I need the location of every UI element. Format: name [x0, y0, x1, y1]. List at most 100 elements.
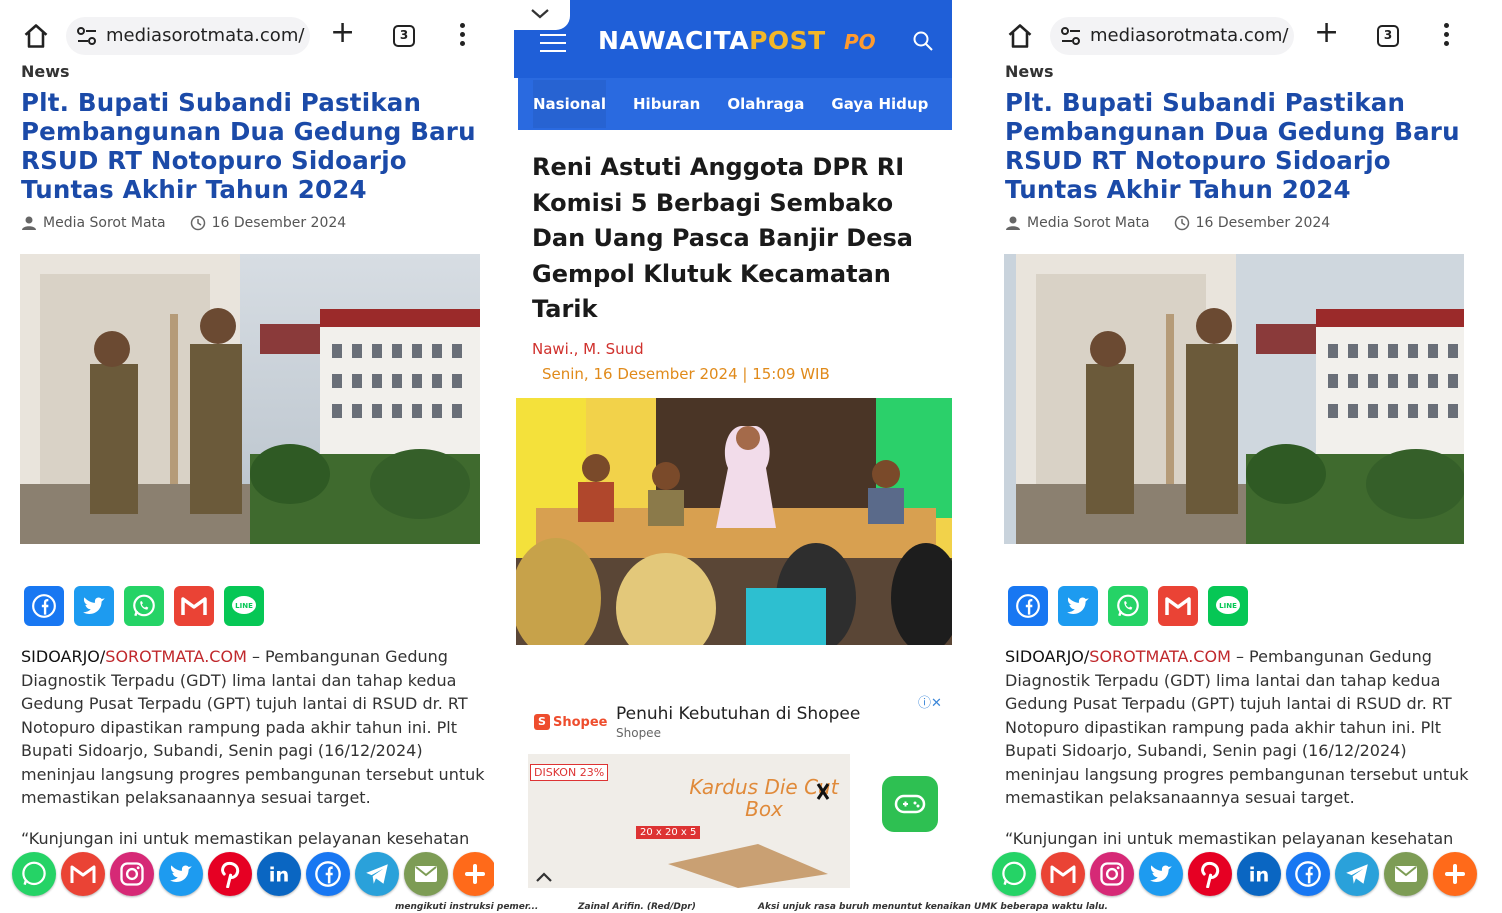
article-photo — [20, 254, 480, 544]
new-tab-button[interactable]: + — [330, 18, 355, 48]
ad-title[interactable]: Penuhi Kebutuhan di Shopee — [616, 704, 860, 724]
float-email-button[interactable] — [1384, 852, 1428, 896]
facebook-icon — [315, 861, 341, 887]
float-facebook-button[interactable] — [306, 852, 350, 896]
home-icon[interactable] — [22, 22, 50, 50]
clock-icon — [190, 215, 205, 231]
body-location: SIDOARJO/ — [21, 647, 106, 666]
float-twitter-button[interactable] — [1139, 852, 1183, 896]
float-gmail-button[interactable] — [1041, 852, 1085, 896]
body-text: – Pembangunan Gedung Diagnostik Terpadu … — [21, 647, 485, 807]
float-whatsapp-button[interactable] — [992, 852, 1036, 896]
float-pinterest-button[interactable] — [208, 852, 252, 896]
float-instagram-button[interactable] — [110, 852, 154, 896]
twitter-share-button[interactable] — [1058, 586, 1098, 626]
whatsapp-share-button[interactable] — [124, 586, 164, 626]
facebook-icon — [1295, 861, 1321, 887]
float-linkedin-button[interactable]: in — [257, 852, 301, 896]
float-facebook-button[interactable] — [1286, 852, 1330, 896]
article-headline: Plt. Bupati Subandi Pastikan Pembangunan… — [21, 88, 476, 204]
twitter-share-button[interactable] — [74, 586, 114, 626]
home-icon[interactable] — [1006, 22, 1034, 50]
url-text: mediasorotmata.com/ — [106, 25, 305, 46]
nav-item-olahraga[interactable]: Olahraga — [727, 95, 804, 113]
tab-switcher-button[interactable]: 3 — [1377, 25, 1399, 47]
float-telegram-button[interactable] — [355, 852, 399, 896]
article-author[interactable]: Media Sorot Mata — [43, 215, 166, 231]
tv-logo[interactable]: PO — [844, 30, 876, 54]
article-author[interactable]: Media Sorot Mata — [1027, 215, 1150, 231]
float-linkedin-button[interactable]: in — [1237, 852, 1281, 896]
share-buttons: LINE — [24, 586, 264, 626]
category-label[interactable]: News — [21, 62, 70, 81]
float-gmail-button[interactable] — [61, 852, 105, 896]
gmail-icon — [1165, 597, 1191, 615]
more-menu-icon[interactable] — [460, 23, 466, 47]
whatsapp-share-button[interactable] — [1108, 586, 1148, 626]
search-icon[interactable] — [912, 30, 934, 52]
float-whatsapp-button[interactable] — [12, 852, 56, 896]
ad-close-icon[interactable]: ⓘ✕ — [918, 692, 942, 711]
float-more-button[interactable] — [453, 852, 494, 896]
address-bar[interactable]: mediasorotmata.com/ — [66, 17, 310, 55]
body-brand-link[interactable]: SOROTMATA.COM — [1089, 647, 1231, 666]
article-body: SIDOARJO/SOROTMATA.COM – Pembangunan Ged… — [1005, 645, 1473, 810]
float-telegram-button[interactable] — [1335, 852, 1379, 896]
hamburger-menu-icon[interactable] — [540, 34, 566, 52]
pinterest-icon — [1201, 861, 1220, 888]
tab-switcher-button[interactable]: 3 — [393, 25, 415, 47]
new-tab-button[interactable]: + — [1314, 18, 1339, 48]
chevron-down-icon — [531, 9, 549, 19]
nav-item-hiburan[interactable]: Hiburan — [633, 95, 700, 113]
nav-item-nasional[interactable]: Nasional — [533, 80, 606, 128]
article-quote: “Kunjungan ini untuk memastikan pelayana… — [1005, 829, 1454, 848]
site-logo[interactable]: NAWACITAPOST — [598, 26, 826, 55]
site-settings-icon[interactable] — [76, 26, 98, 46]
news-authors[interactable]: Nawi., M. Suud — [532, 340, 644, 358]
line-icon: LINE — [1216, 596, 1240, 614]
more-icon — [1445, 864, 1465, 884]
site-header: NAWACITAPOST PO — [514, 0, 952, 78]
svg-text:LINE: LINE — [235, 602, 253, 610]
body-location: SIDOARJO/ — [1005, 647, 1090, 666]
shopee-ad[interactable]: S Shopee Penuhi Kebutuhan di Shopee Shope… — [514, 688, 952, 888]
line-icon: LINE — [232, 596, 256, 614]
float-twitter-button[interactable] — [159, 852, 203, 896]
gmail-share-button[interactable] — [1158, 586, 1198, 626]
nav-item-gaya-hidup[interactable]: Gaya Hidup — [831, 95, 928, 113]
more-menu-icon[interactable] — [1444, 23, 1450, 47]
caption-right: Aksi unjuk rasa buruh menuntut kenaikan … — [758, 902, 1108, 912]
news-photo — [516, 398, 952, 645]
ad-subtitle: Shopee — [616, 726, 661, 740]
browser-toolbar: mediasorotmata.com/ + 3 — [4, 14, 494, 58]
float-email-button[interactable] — [404, 852, 448, 896]
svg-text:in: in — [269, 864, 290, 887]
line-share-button[interactable]: LINE — [1208, 586, 1248, 626]
twitter-icon — [1150, 865, 1172, 883]
site-settings-icon[interactable] — [1060, 26, 1082, 46]
line-share-button[interactable]: LINE — [224, 586, 264, 626]
whatsapp-icon — [1117, 594, 1139, 617]
float-more-button[interactable] — [1433, 852, 1477, 896]
telegram-icon — [366, 864, 388, 884]
email-icon — [415, 866, 437, 882]
float-pinterest-button[interactable] — [1188, 852, 1232, 896]
gmail-share-button[interactable] — [174, 586, 214, 626]
collapse-tab[interactable] — [514, 0, 570, 30]
game-controller-icon[interactable] — [882, 776, 938, 832]
float-instagram-button[interactable] — [1090, 852, 1134, 896]
body-brand-link[interactable]: SOROTMATA.COM — [105, 647, 247, 666]
facebook-share-button[interactable] — [24, 586, 64, 626]
more-icon — [465, 864, 485, 884]
article-meta: Media Sorot Mata 16 Desember 2024 — [1005, 215, 1330, 231]
clock-icon — [1174, 215, 1189, 231]
ad-product-image[interactable]: DISKON 23% Kardus Die Cut Box 20 x 20 x … — [528, 754, 850, 888]
whatsapp-icon — [22, 861, 46, 886]
twitter-icon — [170, 865, 192, 883]
facebook-share-button[interactable] — [1008, 586, 1048, 626]
category-label[interactable]: News — [1005, 62, 1054, 81]
bottom-caption-strip: mengikuti instruksi pemer... Zainal Arif… — [0, 900, 1502, 913]
chevron-up-icon[interactable] — [534, 870, 554, 884]
caption-mid: Zainal Arifin. (Red/Dpr) — [578, 902, 696, 912]
address-bar[interactable]: mediasorotmata.com/ — [1050, 17, 1294, 55]
